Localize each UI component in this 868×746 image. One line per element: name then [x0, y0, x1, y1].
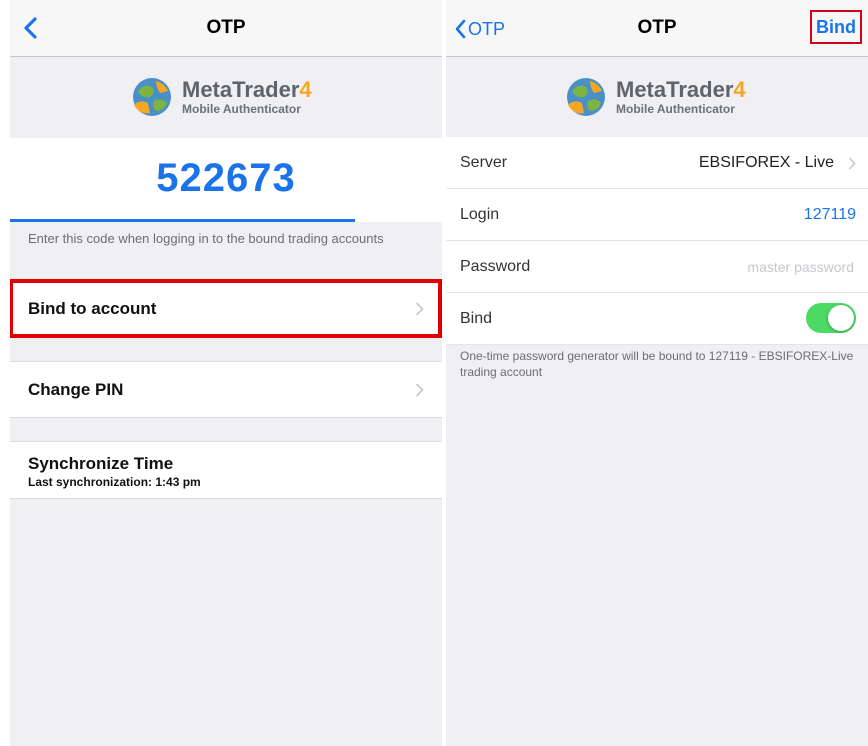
synchronize-time-label: Synchronize Time [28, 454, 174, 473]
server-row[interactable]: Server EBSIFOREX - Live [446, 137, 868, 189]
logo-subtitle: Mobile Authenticator [182, 102, 301, 116]
password-input[interactable] [652, 255, 856, 279]
bind-label: Bind [460, 309, 493, 327]
otp-code: 522673 [156, 156, 296, 200]
login-row[interactable]: Login 127119 [446, 189, 868, 241]
last-sync-text: Last synchronization: 1:43 pm [28, 475, 201, 489]
password-label: Password [460, 257, 531, 275]
server-value: EBSIFOREX - Live [698, 153, 834, 171]
chevron-right-icon [848, 156, 856, 170]
metatrader-globe-icon [567, 78, 605, 116]
bind-to-account-cell[interactable]: Bind to account [10, 280, 442, 337]
code-hint: Enter this code when logging in to the b… [28, 231, 384, 246]
metatrader-logo: MetaTrader4 Mobile Authenticator [564, 75, 746, 119]
otp-screen: OTP MetaTrader4 Mobile Authenticator 522… [10, 0, 442, 746]
logo-name: MetaTrader [182, 77, 300, 102]
page-title: OTP [206, 17, 246, 38]
password-row: Password [446, 241, 868, 293]
logo-subtitle: Mobile Authenticator [616, 102, 735, 116]
bind-to-account-label: Bind to account [28, 298, 157, 318]
metatrader-globe-icon [133, 78, 171, 116]
bind-screen: OTP OTP Bind MetaTrader4 Mobile Authenti… [446, 0, 868, 746]
logo-number: 4 [733, 77, 746, 102]
bind-footnote: One-time password generator will be boun… [460, 349, 854, 379]
bind-toggle-switch[interactable] [806, 303, 856, 333]
bind-form: Server EBSIFOREX - Live Login 127119 Pas… [446, 137, 868, 345]
page-title: OTP [637, 17, 677, 38]
bind-row: Bind [446, 293, 868, 345]
synchronize-time-cell[interactable]: Synchronize Time Last synchronization: 1… [10, 441, 442, 499]
otp-code-box: 522673 [10, 138, 442, 222]
chevron-right-icon [415, 382, 424, 397]
logo-number: 4 [299, 77, 312, 102]
logo-band: MetaTrader4 Mobile Authenticator [10, 57, 442, 137]
login-value[interactable]: 127119 [804, 189, 856, 240]
metatrader-logo: MetaTrader4 Mobile Authenticator [130, 75, 312, 119]
bind-button[interactable]: Bind [810, 10, 862, 44]
chevron-right-icon [415, 301, 424, 316]
nav-bar: OTP [10, 0, 442, 57]
logo-name: MetaTrader [616, 77, 734, 102]
change-pin-label: Change PIN [28, 379, 124, 399]
toggle-knob [828, 305, 854, 331]
server-label: Server [460, 153, 508, 171]
login-label: Login [460, 205, 500, 223]
nav-bar: OTP OTP Bind [446, 0, 868, 57]
logo-band: MetaTrader4 Mobile Authenticator [446, 57, 868, 137]
code-progress-bar [10, 219, 355, 222]
change-pin-cell[interactable]: Change PIN [10, 361, 442, 418]
